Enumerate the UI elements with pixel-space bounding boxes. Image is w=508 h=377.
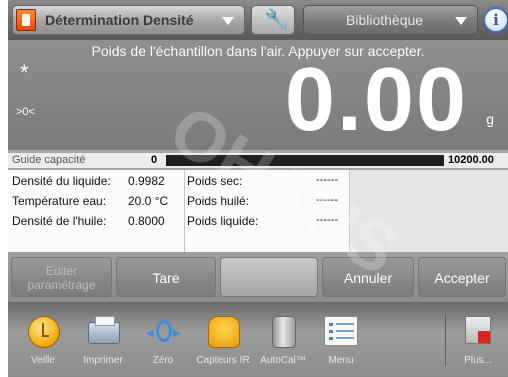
table-row: Densité du liquide: 0.9982 Poids sec: --…	[8, 170, 350, 190]
tools-button[interactable]: 🔧	[251, 5, 295, 35]
weight-reading: 0.00	[284, 50, 468, 150]
results-table: Densité du liquide: 0.9982 Poids sec: --…	[8, 170, 350, 252]
tool-label: AutoCal™	[260, 355, 306, 366]
row-label: Poids huilé:	[187, 194, 250, 208]
column-divider	[184, 170, 185, 252]
row-label: Densité du liquide:	[12, 174, 111, 188]
chevron-down-icon	[222, 17, 234, 25]
tool-ir-sensors[interactable]: Capteurs IR	[194, 302, 252, 377]
capacity-fill	[166, 155, 444, 166]
center-of-zero-indicator: >0<	[16, 106, 35, 118]
menu-icon	[324, 316, 358, 346]
row-label: Densité de l'huile:	[12, 214, 107, 228]
more-icon	[465, 316, 491, 344]
info-button[interactable]: i	[483, 7, 508, 33]
application-title: Détermination Densité	[45, 12, 194, 28]
table-row: Température eau: 20.0 °C Poids huilé: --…	[8, 190, 350, 210]
tool-autocal[interactable]: AutoCal™	[254, 302, 312, 377]
tare-button[interactable]: Tare	[116, 257, 216, 297]
capacity-max: 10200.00	[448, 154, 494, 166]
capacity-label: Guide capacité	[12, 154, 86, 166]
edit-settings-label: paramétrage	[27, 278, 96, 292]
capacity-track	[166, 155, 444, 166]
row-value: 0.8000	[128, 214, 165, 228]
accept-button[interactable]: Accepter	[418, 257, 506, 297]
sleep-icon	[28, 316, 60, 348]
top-bar: Détermination Densité 🔧 Bibliothèque i	[8, 0, 508, 40]
toolbar-divider	[445, 314, 446, 366]
row-value: ------	[316, 174, 338, 186]
weighing-display: Poids de l'échantillon dans l'air. Appuy…	[8, 40, 508, 150]
column-divider	[349, 170, 350, 252]
weight-unit: g	[486, 111, 494, 127]
accept-label: Accepter	[434, 270, 490, 286]
wrench-icon: 🔧	[264, 9, 289, 31]
tool-label: Zéro	[152, 355, 174, 366]
row-label: Poids liquide:	[187, 214, 259, 228]
capacity-min: 0	[151, 154, 158, 166]
row-label: Température eau:	[12, 194, 107, 208]
row-value: ------	[316, 194, 338, 206]
tool-sleep[interactable]: Veille	[14, 302, 72, 377]
tool-label: Plus...	[464, 355, 492, 366]
balance-screen: Détermination Densité 🔧 Bibliothèque i P…	[8, 0, 508, 377]
action-bar: Editer paramétrage Tare Annuler Accepter	[8, 252, 508, 302]
blank-button[interactable]	[220, 257, 318, 297]
tool-label: Veille	[31, 355, 55, 366]
ir-sensor-icon	[208, 316, 240, 348]
edit-settings-button[interactable]: Editer paramétrage	[11, 257, 112, 297]
tare-label: Tare	[152, 270, 180, 286]
tool-more[interactable]: Plus...	[449, 302, 507, 377]
row-value: ------	[316, 214, 338, 226]
tool-label: Capteurs IR	[196, 355, 250, 366]
row-value: 0.9982	[128, 174, 165, 188]
tool-label: Menu	[328, 355, 354, 366]
capacity-guide: Guide capacité 0 10200.00	[8, 153, 508, 168]
chevron-down-icon	[455, 17, 467, 25]
bottom-toolbar: Veille Imprimer ◀ ▶ Zéro Capteurs IR Aut…	[8, 302, 508, 377]
application-selector[interactable]: Détermination Densité	[12, 5, 245, 35]
row-label: Poids sec:	[187, 174, 243, 188]
density-app-icon	[16, 9, 36, 31]
library-selector[interactable]: Bibliothèque	[303, 5, 478, 35]
autocal-icon	[272, 316, 296, 348]
tool-print[interactable]: Imprimer	[74, 302, 132, 377]
cancel-button[interactable]: Annuler	[322, 257, 414, 297]
tool-menu[interactable]: Menu	[312, 302, 370, 377]
cancel-label: Annuler	[343, 270, 393, 286]
tool-zero[interactable]: ◀ ▶ Zéro	[134, 302, 192, 377]
zero-icon: ◀ ▶	[146, 316, 181, 348]
library-label: Bibliothèque	[346, 12, 424, 28]
tool-label: Imprimer	[83, 355, 123, 366]
edit-settings-label: Editer	[45, 264, 78, 278]
table-row: Densité de l'huile: 0.8000 Poids liquide…	[8, 210, 350, 230]
info-icon: i	[493, 11, 499, 29]
results-panel: Densité du liquide: 0.9982 Poids sec: --…	[8, 170, 508, 252]
stability-indicator: *	[20, 60, 29, 85]
printer-icon	[88, 316, 120, 344]
row-value: 20.0 °C	[128, 194, 169, 208]
